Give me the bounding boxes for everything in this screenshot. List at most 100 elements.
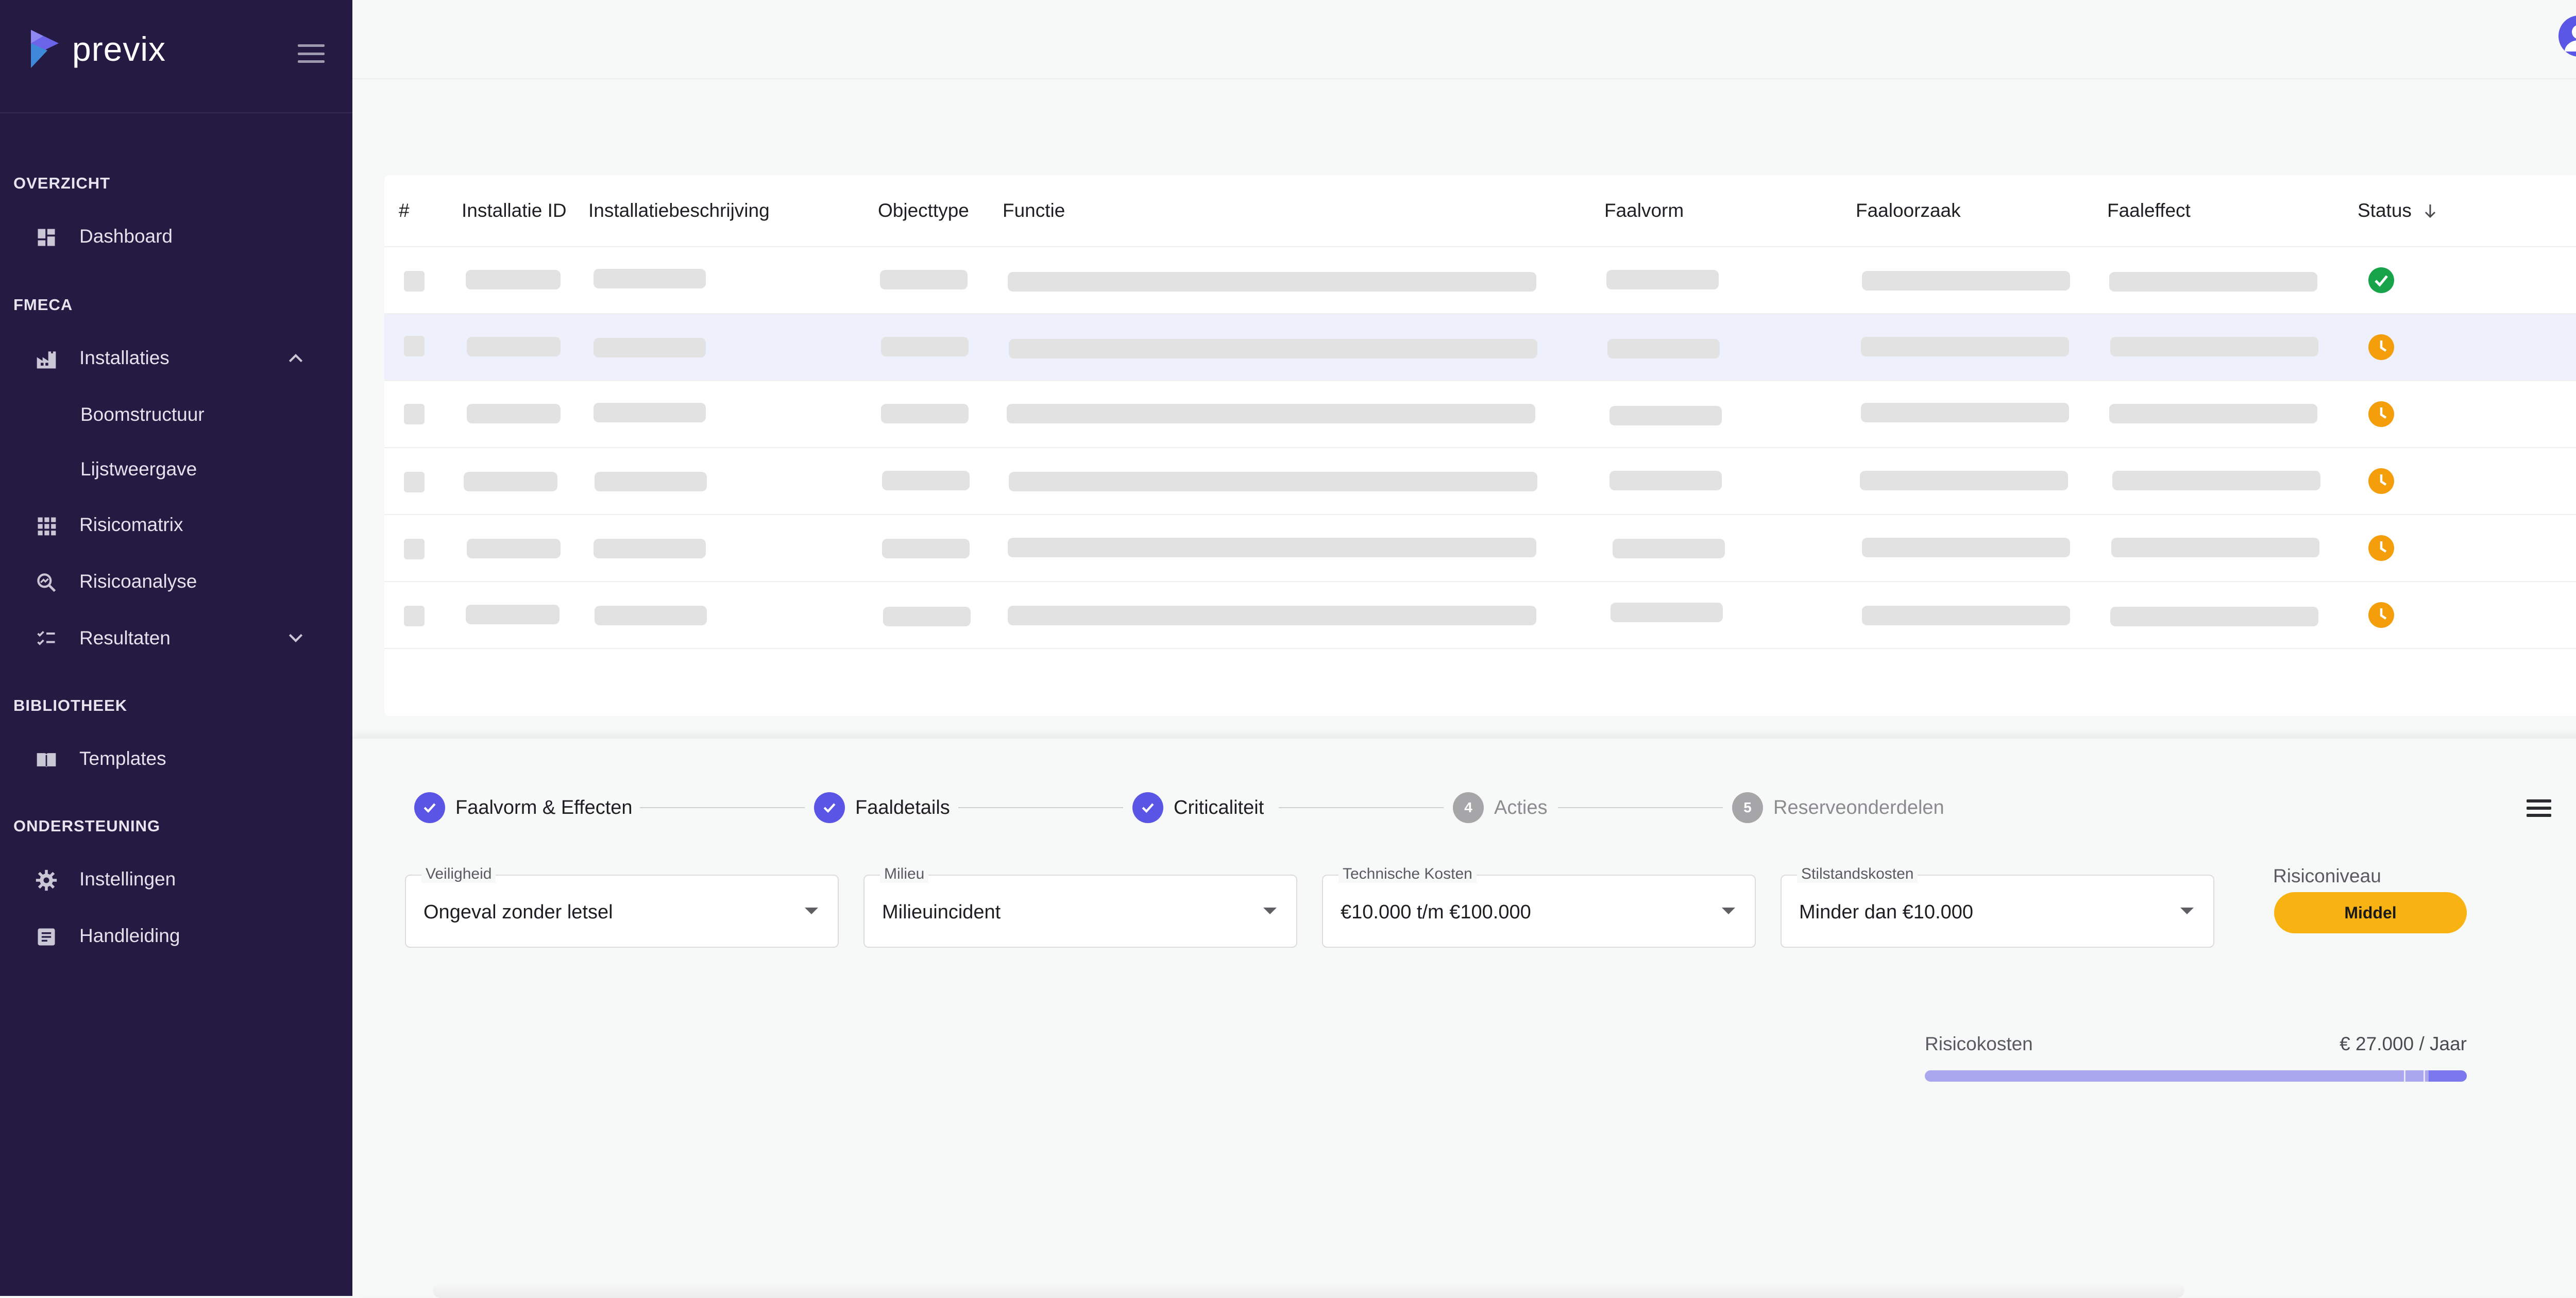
panel-menu-button[interactable] xyxy=(2527,799,2551,817)
skeleton-cell xyxy=(1009,339,1537,358)
risk-cost-marker xyxy=(2404,1070,2405,1082)
skeleton-cell xyxy=(2110,337,2318,356)
skeleton-cell xyxy=(882,471,970,490)
step-reserveonderdelen[interactable]: 5 Reserveonderdelen xyxy=(1732,790,1944,826)
row-checkbox[interactable] xyxy=(404,404,425,424)
sidebar-item-boomstructuur[interactable]: Boomstructuur xyxy=(0,391,352,438)
status-pending-icon xyxy=(2368,535,2394,561)
column-header-installatie-id[interactable]: Installatie ID xyxy=(462,200,567,221)
table-row[interactable] xyxy=(384,313,2576,381)
hamburger-icon xyxy=(2527,799,2551,802)
skeleton-cell xyxy=(1613,539,1725,558)
sidebar-item-installaties[interactable]: Installaties xyxy=(0,335,352,381)
step-criticaliteit[interactable]: Criticaliteit xyxy=(1132,790,1264,826)
sidebar-item-lijstweergave[interactable]: Lijstweergave xyxy=(0,446,352,492)
step-check-icon xyxy=(814,792,845,823)
step-acties[interactable]: 4 Acties xyxy=(1453,790,1547,826)
row-checkbox[interactable] xyxy=(404,472,425,492)
skeleton-cell xyxy=(2109,272,2317,292)
factory-icon xyxy=(37,351,56,369)
skeleton-cell xyxy=(466,605,560,624)
skeleton-cell xyxy=(595,606,707,625)
sidebar-item-handleiding[interactable]: Handleiding xyxy=(0,913,352,959)
skeleton-cell xyxy=(2109,404,2317,423)
risk-cost-value: € 27.000 / Jaar xyxy=(2340,1033,2467,1054)
table-row[interactable] xyxy=(384,380,2576,448)
row-checkbox[interactable] xyxy=(404,271,425,292)
table-row[interactable] xyxy=(384,246,2576,314)
section-title-fmeca: FMECA xyxy=(13,296,73,314)
sidebar-item-label: Resultaten xyxy=(79,627,171,648)
risk-cost-bar-fill xyxy=(2429,1070,2467,1082)
skeleton-cell xyxy=(2112,471,2320,490)
skeleton-cell xyxy=(1861,337,2069,356)
skeleton-cell xyxy=(883,607,971,626)
search-analysis-icon xyxy=(37,573,56,592)
risk-level-badge: Middel xyxy=(2274,892,2467,933)
column-header-installatiebeschrijving[interactable]: Installatiebeschrijving xyxy=(588,200,770,221)
veiligheid-select[interactable]: Veiligheid Ongeval zonder letsel xyxy=(405,865,839,948)
milieu-select[interactable]: Milieu Milieuincident xyxy=(863,865,1297,948)
skeleton-cell xyxy=(595,472,707,491)
sidebar-item-label: Risicoanalyse xyxy=(79,571,197,592)
column-header-functie[interactable]: Functie xyxy=(1003,200,1065,221)
column-header-objecttype[interactable]: Objecttype xyxy=(878,200,969,221)
sidebar-item-risicomatrix[interactable]: Risicomatrix xyxy=(0,502,352,548)
skeleton-cell xyxy=(1008,538,1536,557)
row-checkbox[interactable] xyxy=(404,336,425,356)
field-value: Ongeval zonder letsel xyxy=(423,901,613,923)
row-checkbox[interactable] xyxy=(404,606,425,626)
sidebar-item-label: Lijstweergave xyxy=(80,458,197,480)
sidebar-item-resultaten[interactable]: Resultaten xyxy=(0,615,352,661)
skeleton-cell xyxy=(1007,404,1535,423)
skeleton-cell xyxy=(467,337,561,356)
risk-cost-label: Risicokosten xyxy=(1925,1033,2033,1054)
skeleton-cell xyxy=(882,539,970,558)
row-checkbox[interactable] xyxy=(404,539,425,559)
field-label: Veiligheid xyxy=(421,865,496,883)
stepper-connector xyxy=(1558,807,1723,808)
status-complete-icon xyxy=(2368,267,2394,293)
column-header-status-label: Status xyxy=(2358,200,2412,221)
column-header-faaloorzaak[interactable]: Faaloorzaak xyxy=(1856,200,1961,221)
sidebar-item-dashboard[interactable]: Dashboard xyxy=(0,213,352,260)
skeleton-cell xyxy=(1008,272,1536,292)
sidebar-item-risicoanalyse[interactable]: Risicoanalyse xyxy=(0,558,352,605)
skeleton-cell xyxy=(1609,406,1722,425)
table-row[interactable] xyxy=(384,514,2576,582)
stilstandskosten-select[interactable]: Stilstandskosten Minder dan €10.000 xyxy=(1781,865,2214,948)
sidebar-item-label: Dashboard xyxy=(79,226,173,247)
table-row[interactable] xyxy=(384,581,2576,649)
sidebar-item-instellingen[interactable]: Instellingen xyxy=(0,856,352,902)
sidebar-item-label: Templates xyxy=(79,748,166,769)
step-number: 5 xyxy=(1732,792,1763,823)
field-value: Minder dan €10.000 xyxy=(1799,901,1974,923)
skeleton-cell xyxy=(464,472,557,491)
dashboard-icon xyxy=(38,229,55,246)
column-header-faalvorm[interactable]: Faalvorm xyxy=(1604,200,1684,221)
hamburger-icon xyxy=(298,44,325,47)
brand-logo[interactable]: previx xyxy=(27,26,166,72)
table-row[interactable] xyxy=(384,447,2576,515)
skeleton-cell xyxy=(1862,271,2070,291)
chevron-up-icon xyxy=(289,354,303,363)
column-header-status[interactable]: Status xyxy=(2358,200,2439,221)
skeleton-cell xyxy=(1008,606,1536,625)
step-faalvorm-effecten[interactable]: Faalvorm & Effecten xyxy=(414,790,633,826)
status-pending-icon xyxy=(2368,468,2394,494)
book-icon xyxy=(37,753,56,767)
skeleton-cell xyxy=(2110,607,2318,626)
gear-icon xyxy=(36,869,57,891)
column-header-faaleffect[interactable]: Faaleffect xyxy=(2107,200,2191,221)
dropdown-arrow-icon xyxy=(805,908,818,914)
risk-cost-marker xyxy=(2424,1070,2425,1082)
skeleton-cell xyxy=(467,404,561,423)
sidebar-item-templates[interactable]: Templates xyxy=(0,736,352,782)
field-label: Stilstandskosten xyxy=(1797,865,1918,883)
sidebar-collapse-button[interactable] xyxy=(298,44,325,63)
step-faaldetails[interactable]: Faaldetails xyxy=(814,790,950,826)
sidebar-divider xyxy=(0,112,352,113)
skeleton-cell xyxy=(1607,339,1720,358)
skeleton-cell xyxy=(881,404,969,423)
technische-kosten-select[interactable]: Technische Kosten €10.000 t/m €100.000 xyxy=(1322,865,1756,948)
